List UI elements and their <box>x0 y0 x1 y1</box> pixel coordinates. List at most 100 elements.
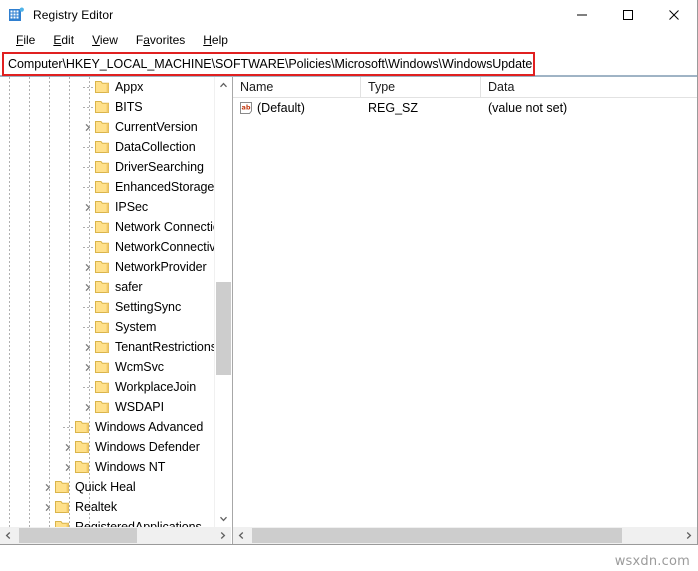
value-type: REG_SZ <box>368 101 419 115</box>
chevron-right-icon[interactable] <box>79 359 95 375</box>
tree-item[interactable]: NetworkProvider <box>0 257 214 277</box>
values-hscroll-left-button[interactable] <box>233 527 250 544</box>
maximize-button[interactable] <box>605 0 651 30</box>
tree-vertical-scrollbar[interactable] <box>214 77 231 527</box>
tree-item[interactable]: TenantRestrictions <box>0 337 214 357</box>
menu-bar: File Edit View Favorites Help <box>0 30 697 51</box>
folder-icon <box>95 80 111 94</box>
main-window: Registry Editor File Edit View Favorites… <box>0 0 698 545</box>
tree-connector-line <box>83 307 93 308</box>
tree-item-label: Windows Advanced <box>95 420 204 434</box>
tree-item[interactable]: Network Connections <box>0 217 214 237</box>
chevron-right-icon[interactable] <box>79 119 95 135</box>
chevron-right-icon[interactable] <box>59 439 75 455</box>
tree-item[interactable]: safer <box>0 277 214 297</box>
chevron-right-icon[interactable] <box>79 199 95 215</box>
folder-icon <box>95 340 111 354</box>
value-row[interactable]: ab (Default) REG_SZ (value not set) <box>233 98 697 118</box>
tree-horizontal-scrollbar[interactable] <box>0 527 231 544</box>
tree-hscroll-track[interactable] <box>17 527 214 544</box>
chevron-right-icon[interactable] <box>79 259 95 275</box>
menu-file[interactable]: File <box>7 30 44 51</box>
menu-favorites[interactable]: Favorites <box>127 30 194 51</box>
tree-item[interactable]: DriverSearching <box>0 157 214 177</box>
address-bar-inner: Computer\HKEY_LOCAL_MACHINE\SOFTWARE\Pol… <box>0 52 697 76</box>
tree-item[interactable]: Windows NT <box>0 457 214 477</box>
values-hscroll-right-button[interactable] <box>680 527 697 544</box>
values-hscroll-track[interactable] <box>250 527 680 544</box>
tree-item[interactable]: Windows Defender <box>0 437 214 457</box>
tree-item[interactable]: CurrentVersion <box>0 117 214 137</box>
tree-item[interactable]: WcmSvc <box>0 357 214 377</box>
chevron-right-icon[interactable] <box>39 499 55 515</box>
tree-item[interactable]: RegisteredApplications <box>0 517 214 527</box>
folder-icon <box>95 380 111 394</box>
tree-connector-line <box>83 387 93 388</box>
values-hscroll-thumb[interactable] <box>252 528 622 543</box>
value-name-cell: ab (Default) <box>233 98 361 118</box>
column-header-type[interactable]: Type <box>361 77 481 97</box>
tree-scroll-thumb[interactable] <box>216 282 231 375</box>
tree-item-label: safer <box>115 280 143 294</box>
tree-scroll-down-button[interactable] <box>215 510 231 527</box>
menu-view[interactable]: View <box>83 30 127 51</box>
tree-item-label: DriverSearching <box>115 160 204 174</box>
folder-icon <box>75 420 91 434</box>
folder-icon <box>95 220 111 234</box>
menu-edit[interactable]: Edit <box>44 30 83 51</box>
registry-tree-pane: Appx BITS CurrentVersion DataCollection Driv… <box>0 77 232 544</box>
tree-connector-line <box>83 167 93 168</box>
tree-hscroll-thumb[interactable] <box>19 528 137 543</box>
tree-item[interactable]: IPSec <box>0 197 214 217</box>
title-bar: Registry Editor <box>0 0 697 30</box>
tree-item[interactable]: Appx <box>0 77 214 97</box>
folder-icon <box>95 320 111 334</box>
registry-path-text: Computer\HKEY_LOCAL_MACHINE\SOFTWARE\Pol… <box>8 57 533 71</box>
minimize-button[interactable] <box>559 0 605 30</box>
tree-item[interactable]: Quick Heal <box>0 477 214 497</box>
column-header-data[interactable]: Data <box>481 77 697 97</box>
tree-item[interactable]: EnhancedStorage <box>0 177 214 197</box>
folder-icon <box>55 480 71 494</box>
tree-scroll-track[interactable] <box>215 94 231 510</box>
registry-editor-window: Registry Editor File Edit View Favorites… <box>0 0 698 571</box>
tree-item[interactable]: SettingSync <box>0 297 214 317</box>
tree-item[interactable]: WorkplaceJoin <box>0 377 214 397</box>
values-horizontal-scrollbar[interactable] <box>233 527 697 544</box>
tree-item[interactable]: Windows Advanced <box>0 417 214 437</box>
folder-icon <box>75 440 91 454</box>
folder-icon <box>95 160 111 174</box>
folder-icon <box>55 500 71 514</box>
tree-item[interactable]: BITS <box>0 97 214 117</box>
chevron-right-icon[interactable] <box>79 339 95 355</box>
tree-item[interactable]: DataCollection <box>0 137 214 157</box>
site-watermark: wsxdn.com <box>614 554 690 569</box>
chevron-right-icon[interactable] <box>39 479 55 495</box>
chevron-right-icon[interactable] <box>79 279 95 295</box>
registry-tree[interactable]: Appx BITS CurrentVersion DataCollection Driv… <box>0 77 231 527</box>
tree-connector <box>39 519 55 527</box>
tree-item-label: Windows Defender <box>95 440 200 454</box>
tree-item[interactable]: WSDAPI <box>0 397 214 417</box>
values-list[interactable]: ab (Default) REG_SZ (value not set) <box>233 98 697 527</box>
folder-icon <box>95 400 111 414</box>
column-header-name[interactable]: Name <box>233 77 361 97</box>
chevron-right-icon[interactable] <box>59 459 75 475</box>
tree-hscroll-right-button[interactable] <box>214 527 231 544</box>
menu-help[interactable]: Help <box>194 30 237 51</box>
close-button[interactable] <box>651 0 697 30</box>
tree-item[interactable]: System <box>0 317 214 337</box>
tree-item[interactable]: Realtek <box>0 497 214 517</box>
folder-icon <box>95 180 111 194</box>
tree-item[interactable]: NetworkConnectivity <box>0 237 214 257</box>
window-controls <box>559 0 697 30</box>
tree-scroll-up-button[interactable] <box>215 77 231 94</box>
tree-hscroll-left-button[interactable] <box>0 527 17 544</box>
registry-path-input[interactable]: Computer\HKEY_LOCAL_MACHINE\SOFTWARE\Pol… <box>2 52 535 76</box>
folder-icon <box>95 260 111 274</box>
tree-item-label: Realtek <box>75 500 118 514</box>
tree-item-label: SettingSync <box>115 300 182 314</box>
tree-connector-line <box>83 227 93 228</box>
folder-icon <box>95 280 111 294</box>
chevron-right-icon[interactable] <box>79 399 95 415</box>
